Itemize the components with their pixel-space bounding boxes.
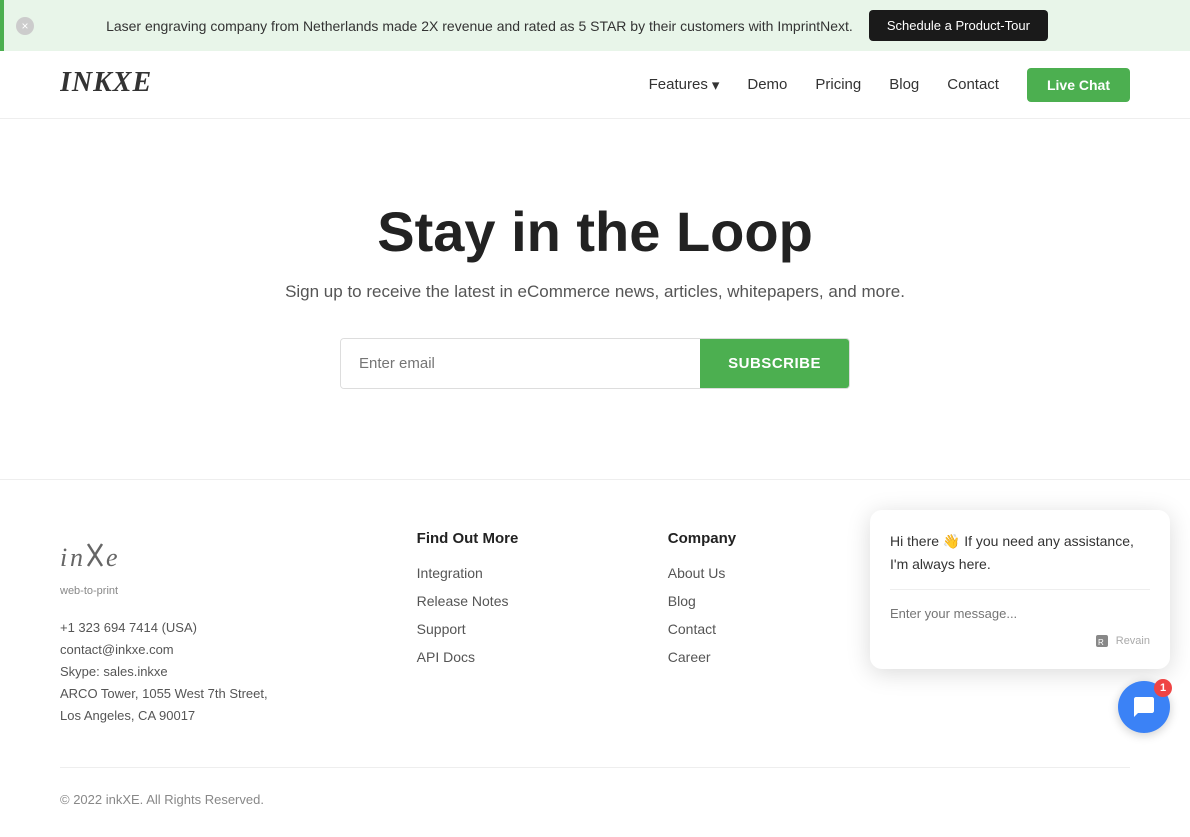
footer-email-link[interactable]: contact@inkxe.com [60,642,174,657]
nav-item-features[interactable]: Features ▾ [649,76,720,94]
nav-item-demo[interactable]: Demo [747,76,787,94]
svg-text:e: e [106,543,118,572]
nav-links: Features ▾ Demo Pricing Blog Contact Liv… [649,68,1130,102]
chat-icon [1132,695,1156,719]
footer-skype: Skype: sales.inkxe [60,661,377,683]
nav-item-live-chat[interactable]: Live Chat [1027,68,1130,102]
footer-email: contact@inkxe.com [60,639,377,661]
list-item: Career [668,649,879,667]
footer-col-heading-company: Company [668,530,879,547]
close-icon: × [21,19,28,33]
footer-link-contact[interactable]: Contact [668,621,716,637]
list-item: Support [417,621,628,639]
list-item: API Docs [417,649,628,667]
footer-links-company: About Us Blog Contact Career [668,565,879,667]
list-item: Blog [668,593,879,611]
footer-link-integration[interactable]: Integration [417,565,483,581]
announcement-bar: × Laser engraving company from Netherlan… [0,0,1190,51]
email-input[interactable] [341,339,700,388]
list-item: Integration [417,565,628,583]
chat-button-row: 1 [870,681,1170,733]
announcement-text: Laser engraving company from Netherlands… [106,18,853,34]
subscribe-button[interactable]: SUBSCRIBE [700,339,849,388]
nav-link-contact[interactable]: Contact [947,76,999,93]
live-chat-button[interactable]: Live Chat [1027,68,1130,102]
footer-col-company: Company About Us Blog Contact Career [668,530,879,727]
footer-tagline: web-to-print [60,585,377,597]
footer-link-release-notes[interactable]: Release Notes [417,593,509,609]
footer-phone: +1 323 694 7414 (USA) [60,617,377,639]
copyright-text: © 2022 inkXE. All Rights Reserved. [60,792,264,807]
hero-section: Stay in the Loop Sign up to receive the … [0,119,1190,479]
revain-branding: R Revain [890,633,1150,649]
site-logo: INKXE [60,65,170,104]
chat-badge: 1 [1154,679,1172,697]
footer-link-blog[interactable]: Blog [668,593,696,609]
nav-item-blog[interactable]: Blog [889,76,919,94]
footer-link-about[interactable]: About Us [668,565,726,581]
nav-link-features[interactable]: Features ▾ [649,76,720,94]
footer-col-heading-find: Find Out More [417,530,628,547]
hero-heading: Stay in the Loop [20,199,1170,264]
revain-label: Revain [1116,635,1150,647]
footer-link-support[interactable]: Support [417,621,466,637]
chat-greeting: Hi there 👋 If you need any assistance, I… [890,530,1150,575]
footer-logo-svg: i n e [60,530,150,580]
nav-link-pricing[interactable]: Pricing [815,76,861,93]
chat-message-input[interactable] [890,602,1150,625]
footer-col-find-out-more: Find Out More Integration Release Notes … [417,530,628,727]
nav-item-contact[interactable]: Contact [947,76,999,94]
nav-item-pricing[interactable]: Pricing [815,76,861,94]
footer-logo: i n e [60,530,377,585]
chat-divider [890,589,1150,590]
list-item: About Us [668,565,879,583]
list-item: Release Notes [417,593,628,611]
footer-brand-column: i n e web-to-print +1 323 694 7414 (USA)… [60,530,377,727]
footer-bottom: © 2022 inkXE. All Rights Reserved. [60,767,1130,807]
svg-text:i: i [60,543,67,572]
main-nav: INKXE Features ▾ Demo Pricing Blog Conta… [0,51,1190,119]
schedule-cta-button[interactable]: Schedule a Product-Tour [869,10,1048,41]
svg-text:INKXE: INKXE [60,67,152,97]
close-announcement-button[interactable]: × [16,17,34,35]
svg-text:R: R [1098,638,1104,647]
chat-widget: Hi there 👋 If you need any assistance, I… [870,510,1170,733]
nav-link-blog[interactable]: Blog [889,76,919,93]
chat-popup: Hi there 👋 If you need any assistance, I… [870,510,1170,669]
logo-svg: INKXE [60,65,170,97]
footer-address-line1: ARCO Tower, 1055 West 7th Street, [60,683,377,705]
footer-address-line2: Los Angeles, CA 90017 [60,705,377,727]
chat-open-button[interactable]: 1 [1118,681,1170,733]
footer-link-api-docs[interactable]: API Docs [417,649,475,665]
list-item: Contact [668,621,879,639]
nav-link-demo[interactable]: Demo [747,76,787,93]
revain-icon: R [1094,633,1110,649]
subscribe-form: SUBSCRIBE [340,338,850,389]
hero-subtext: Sign up to receive the latest in eCommer… [20,282,1170,302]
chevron-down-icon: ▾ [712,76,720,94]
footer-link-career[interactable]: Career [668,649,711,665]
footer-links-find: Integration Release Notes Support API Do… [417,565,628,667]
svg-text:n: n [70,543,83,572]
